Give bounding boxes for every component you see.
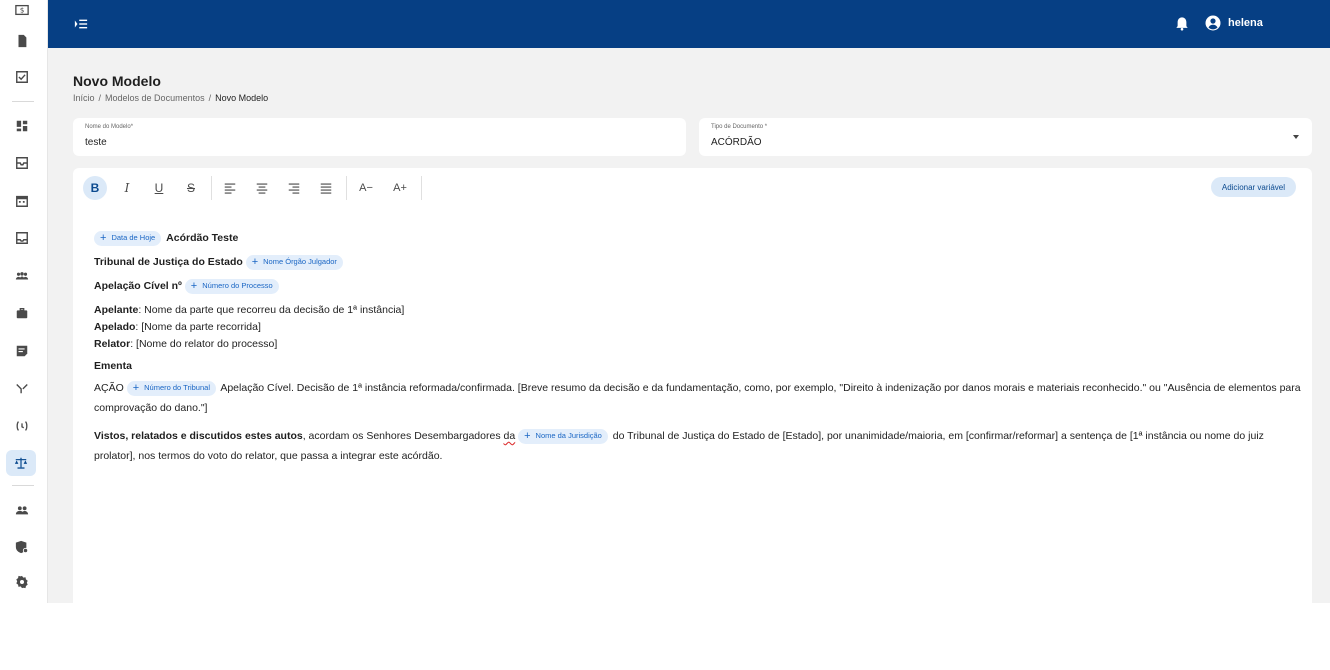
calendar-icon[interactable]: [12, 191, 32, 211]
sidebar: $: [0, 0, 48, 603]
toolbar-separator: [421, 176, 422, 200]
gear-icon[interactable]: [12, 572, 32, 592]
dollar-icon[interactable]: $: [12, 0, 32, 20]
breadcrumb-home[interactable]: Início: [73, 93, 95, 103]
tipo-documento-label: Tipo de Documento *: [711, 124, 768, 130]
plus-icon: +: [190, 280, 198, 293]
plus-icon: +: [100, 232, 107, 245]
variable-chip-nome-jurisdicao[interactable]: + Nome da Jurisdição: [518, 428, 608, 444]
bold-button[interactable]: B: [83, 176, 107, 200]
italic-button[interactable]: I: [115, 176, 139, 200]
doc-apelacao: Apelação Cível nº: [94, 280, 182, 292]
groups-icon[interactable]: [12, 266, 32, 286]
variable-chip-numero-tribunal[interactable]: + Número do Tribunal: [126, 380, 216, 396]
caret-down-icon[interactable]: [1293, 135, 1299, 139]
nome-modelo-value[interactable]: teste: [85, 137, 107, 148]
doc-title: Acórdão Teste: [166, 232, 239, 244]
align-center-icon[interactable]: [250, 176, 274, 200]
nome-modelo-field[interactable]: Nome do Modelo* teste: [73, 118, 686, 156]
main-area: Novo Modelo Início / Modelos de Document…: [48, 48, 1330, 603]
account-icon[interactable]: [1205, 15, 1221, 31]
nome-modelo-label: Nome do Modelo*: [85, 124, 134, 130]
plus-icon: +: [132, 382, 140, 395]
tipo-documento-select[interactable]: Tipo de Documento * ACÓRDÃO: [699, 118, 1312, 156]
tray-icon[interactable]: [12, 228, 32, 248]
plus-icon: +: [524, 430, 531, 443]
document-icon[interactable]: [12, 31, 32, 51]
breadcrumb-modelos[interactable]: Modelos de Documentos: [105, 93, 205, 103]
align-left-icon[interactable]: [218, 176, 242, 200]
bell-icon[interactable]: [1175, 16, 1189, 32]
breadcrumb-separator: /: [98, 93, 102, 103]
doc-ementa-title: Ementa: [94, 360, 132, 372]
scales-icon[interactable]: [6, 450, 36, 476]
doc-relator-line: Relator: [Nome do relator do processo]: [94, 338, 278, 350]
variable-chip-data-hoje[interactable]: + Data de Hoje: [94, 230, 162, 246]
doc-tribunal: Tribunal de Justiça do Estado: [94, 256, 243, 268]
briefcase-icon[interactable]: [12, 303, 32, 323]
breadcrumb: Início / Modelos de Documentos / Novo Mo…: [73, 93, 268, 103]
doc-apelado-line: Apelado: [Nome da parte recorrida]: [94, 321, 261, 333]
breadcrumb-current: Novo Modelo: [215, 93, 269, 103]
editor-toolbar: B I U S A− A+: [83, 174, 428, 202]
variable-chip-orgao-julgador[interactable]: + Nome Órgão Julgador: [245, 254, 343, 270]
rich-text-editor[interactable]: B I U S A− A+ Adicionar variável + Data d…: [73, 168, 1312, 603]
merge-icon[interactable]: [12, 378, 32, 398]
menu-toggle-icon[interactable]: [74, 17, 90, 31]
username[interactable]: helena: [1228, 17, 1263, 29]
variable-chip-numero-processo[interactable]: + Número do Processo: [184, 278, 279, 294]
inbox-icon[interactable]: [12, 153, 32, 173]
align-right-icon[interactable]: [282, 176, 306, 200]
dashboard-icon[interactable]: [12, 116, 32, 136]
doc-vistos-paragraph: Vistos, relatados e discutidos estes aut…: [94, 428, 1264, 462]
font-decrease-button[interactable]: A−: [353, 176, 379, 200]
people-icon[interactable]: [12, 500, 32, 520]
strikethrough-button[interactable]: S: [179, 176, 203, 200]
sidebar-divider: [12, 101, 34, 102]
breadcrumb-separator: /: [208, 93, 212, 103]
doc-acao-paragraph: AÇÃO + Número do Tribunal Apelação Cível.…: [94, 380, 1301, 414]
shield-user-icon[interactable]: [12, 537, 32, 557]
sync-icon[interactable]: [12, 416, 32, 436]
tipo-documento-value[interactable]: ACÓRDÃO: [711, 137, 762, 148]
plus-icon: +: [251, 256, 259, 269]
font-increase-button[interactable]: A+: [387, 176, 413, 200]
underline-button[interactable]: U: [147, 176, 171, 200]
topbar: helena: [48, 0, 1330, 48]
page-title: Novo Modelo: [73, 73, 161, 89]
doc-apelante-line: Apelante: Nome da parte que recorreu da …: [94, 304, 405, 316]
notes-icon[interactable]: [12, 341, 32, 361]
svg-text:$: $: [20, 7, 24, 15]
document-content[interactable]: + Data de Hoje Acórdão Teste Tribunal de …: [94, 230, 1304, 474]
sidebar-divider: [12, 485, 34, 486]
toolbar-separator: [211, 176, 212, 200]
align-justify-icon[interactable]: [314, 176, 338, 200]
checklist-icon[interactable]: [12, 67, 32, 87]
toolbar-separator: [346, 176, 347, 200]
add-variable-button[interactable]: Adicionar variável: [1210, 177, 1296, 197]
